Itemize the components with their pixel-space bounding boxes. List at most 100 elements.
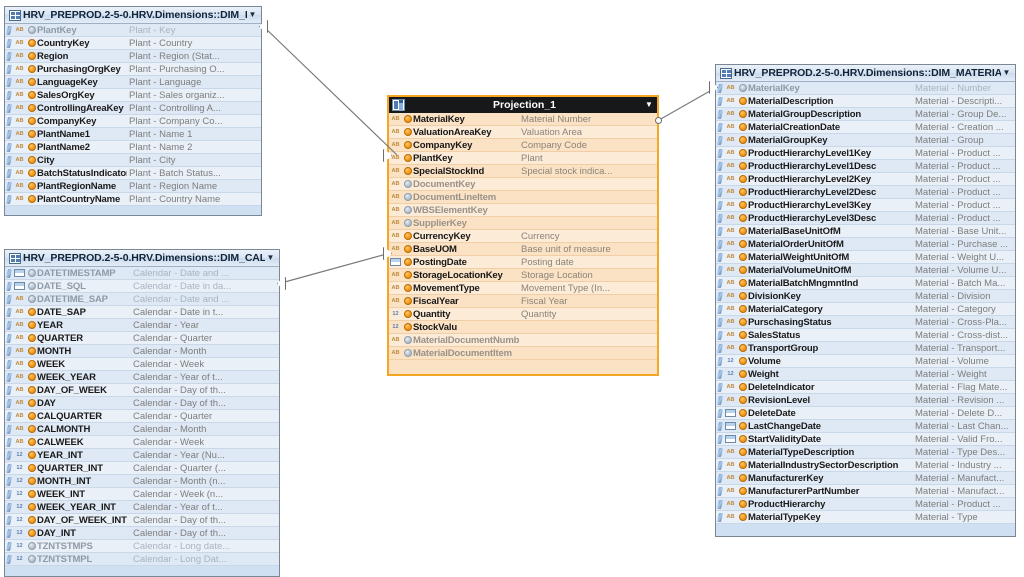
table-row[interactable]: 12 StockValu — [389, 321, 657, 334]
table-row[interactable]: 12 WEEK_YEAR_INT Calendar - Year of t... — [5, 501, 279, 514]
table-row[interactable]: PostingDate Posting date — [389, 256, 657, 269]
table-row[interactable]: AB MaterialGroupKey Material - Group — [716, 134, 1015, 147]
table-row[interactable]: AB MaterialDocumentNumber — [389, 334, 657, 347]
table-row[interactable]: AB CALQUARTER Calendar - Quarter — [5, 410, 279, 423]
table-row[interactable]: AB WEEK_YEAR Calendar - Year of t... — [5, 371, 279, 384]
table-row[interactable]: AB ManufacturerKey Material - Manufact... — [716, 472, 1015, 485]
table-row[interactable]: StartValidityDate Material - Valid Fro... — [716, 433, 1015, 446]
table-row[interactable]: AB MaterialKey Material Number — [389, 113, 657, 126]
node-header-dim-material-dv[interactable]: HRV_PREPROD.2-5-0.HRV.Dimensions::DIM_MA… — [716, 65, 1015, 82]
table-row[interactable]: AB ProductHierarchyLevel3Key Material - Pr… — [716, 199, 1015, 212]
table-row[interactable]: AB ProductHierarchyLevel1Desc Material - P… — [716, 160, 1015, 173]
table-row[interactable]: AB MaterialGroupDescription Material - Gro… — [716, 108, 1015, 121]
table-row[interactable]: AB MaterialDescription Material - Descript… — [716, 95, 1015, 108]
table-row[interactable]: AB PlantKey Plant - Key — [5, 24, 261, 37]
table-row[interactable]: AB MaterialWeightUnitOfM Material - Weight… — [716, 251, 1015, 264]
table-row[interactable]: AB QUARTER Calendar - Quarter — [5, 332, 279, 345]
table-row[interactable]: AB DocumentLineItem — [389, 191, 657, 204]
node-header-projection-1[interactable]: Projection_1 ▼ — [389, 97, 657, 113]
table-row[interactable]: AB CALWEEK Calendar - Week — [5, 436, 279, 449]
table-row[interactable]: AB MaterialCreationDate Material - Creatio… — [716, 121, 1015, 134]
table-row[interactable]: AB PlantCountryName Plant - Country Name — [5, 193, 261, 206]
table-row[interactable]: AB LanguageKey Plant - Language — [5, 76, 261, 89]
table-row[interactable]: AB RevisionLevel Material - Revision ... — [716, 394, 1015, 407]
table-row[interactable]: AB ProductHierarchyLevel1Key Material - Pr… — [716, 147, 1015, 160]
table-row[interactable]: AB MaterialTypeDescription Material - Type… — [716, 446, 1015, 459]
table-row[interactable]: AB WBSElementKey — [389, 204, 657, 217]
table-row[interactable]: AB ProductHierarchy Material - Product ... — [716, 498, 1015, 511]
table-row[interactable]: AB MaterialDocumentItem — [389, 347, 657, 360]
table-row[interactable]: AB BatchStatusIndicator Plant - Batch Stat… — [5, 167, 261, 180]
table-row[interactable]: AB ProductHierarchyLevel2Desc Material - P… — [716, 186, 1015, 199]
chevron-down-icon[interactable]: ▼ — [1001, 69, 1012, 77]
table-row[interactable]: AB ValuationAreaKey Valuation Area — [389, 126, 657, 139]
table-row[interactable]: AB PurchasingOrgKey Plant - Purchasing O..… — [5, 63, 261, 76]
table-row[interactable]: AB FiscalYear Fiscal Year — [389, 295, 657, 308]
table-row[interactable]: 12 QUARTER_INT Calendar - Quarter (... — [5, 462, 279, 475]
table-row[interactable]: 12 MONTH_INT Calendar - Month (n... — [5, 475, 279, 488]
chevron-down-icon[interactable]: ▼ — [247, 11, 258, 19]
table-row[interactable]: AB CALMONTH Calendar - Month — [5, 423, 279, 436]
table-row[interactable]: AB PlantName2 Plant - Name 2 — [5, 141, 261, 154]
node-dim-calendar-dv[interactable]: HRV_PREPROD.2-5-0.HRV.Dimensions::DIM_CA… — [4, 249, 280, 577]
node-header-dim-calendar-dv[interactable]: HRV_PREPROD.2-5-0.HRV.Dimensions::DIM_CA… — [5, 250, 279, 267]
table-row[interactable]: AB SupplierKey — [389, 217, 657, 230]
table-row[interactable]: AB DAY_OF_WEEK Calendar - Day of th... — [5, 384, 279, 397]
table-row[interactable]: AB BaseUOM Base unit of measure — [389, 243, 657, 256]
chevron-down-icon[interactable]: ▼ — [644, 101, 654, 109]
table-row[interactable]: AB City Plant - City — [5, 154, 261, 167]
table-row[interactable]: AB YEAR Calendar - Year — [5, 319, 279, 332]
table-row[interactable]: AB MaterialOrderUnitOfM Material - Purchas… — [716, 238, 1015, 251]
table-row[interactable]: AB DocumentKey — [389, 178, 657, 191]
table-row[interactable]: AB DAY Calendar - Day of th... — [5, 397, 279, 410]
table-row[interactable]: AB DeleteIndicator Material - Flag Mate... — [716, 381, 1015, 394]
port-projection-out[interactable] — [655, 117, 662, 124]
table-row[interactable]: AB PlantKey Plant — [389, 152, 657, 165]
table-row[interactable]: 12 DAY_INT Calendar - Day of th... — [5, 527, 279, 540]
table-row[interactable]: 12 WEEK_INT Calendar - Week (n... — [5, 488, 279, 501]
table-row[interactable]: AB SalesStatus Material - Cross-dist... — [716, 329, 1015, 342]
table-row[interactable]: AB SalesOrgKey Plant - Sales organiz... — [5, 89, 261, 102]
table-row[interactable]: AB MaterialVolumeUnitOfM Material - Volume… — [716, 264, 1015, 277]
table-row[interactable]: 12 Volume Material - Volume — [716, 355, 1015, 368]
node-projection-1[interactable]: Projection_1 ▼ AB MaterialKey Material Num… — [387, 95, 659, 376]
table-row[interactable]: AB PlantName1 Plant - Name 1 — [5, 128, 261, 141]
node-header-dim-plant-dv[interactable]: HRV_PREPROD.2-5-0.HRV.Dimensions::DIM_PL… — [5, 7, 261, 24]
table-row[interactable]: AB MovementType Movement Type (In... — [389, 282, 657, 295]
table-row[interactable]: AB ControllingAreaKey Plant - Controlling … — [5, 102, 261, 115]
table-row[interactable]: AB MaterialBatchMngmntInd Material - Batch… — [716, 277, 1015, 290]
table-row[interactable]: AB DATETIME_SAP Calendar - Date and ... — [5, 293, 279, 306]
table-row[interactable]: AB CompanyKey Plant - Company Co... — [5, 115, 261, 128]
table-row[interactable]: AB TransportGroup Material - Transport... — [716, 342, 1015, 355]
node-dim-material-dv[interactable]: HRV_PREPROD.2-5-0.HRV.Dimensions::DIM_MA… — [715, 64, 1016, 537]
table-row[interactable]: AB PlantRegionName Plant - Region Name — [5, 180, 261, 193]
table-row[interactable]: AB DivisionKey Material - Division — [716, 290, 1015, 303]
table-row[interactable]: AB ProductHierarchyLevel3Desc Material - P… — [716, 212, 1015, 225]
table-row[interactable]: 12 TZNTSTMPS Calendar - Long date... — [5, 540, 279, 553]
table-row[interactable]: AB MaterialBaseUnitOfM Material - Base Uni… — [716, 225, 1015, 238]
table-row[interactable]: AB StorageLocationKey Storage Location — [389, 269, 657, 282]
chevron-down-icon[interactable]: ▼ — [265, 254, 276, 262]
table-row[interactable]: AB MaterialKey Material - Number — [716, 82, 1015, 95]
table-row[interactable]: AB MaterialTypeKey Material - Type — [716, 511, 1015, 524]
table-row[interactable]: AB ProductHierarchyLevel2Key Material - Pr… — [716, 173, 1015, 186]
table-row[interactable]: 12 TZNTSTMPL Calendar - Long Dat... — [5, 553, 279, 566]
table-row[interactable]: AB MaterialIndustrySectorDescription Mater… — [716, 459, 1015, 472]
table-row[interactable]: AB SpecialStockInd Special stock indica... — [389, 165, 657, 178]
table-row[interactable]: 12 Weight Material - Weight — [716, 368, 1015, 381]
table-row[interactable]: AB WEEK Calendar - Week — [5, 358, 279, 371]
table-row[interactable]: AB CountryKey Plant - Country — [5, 37, 261, 50]
table-row[interactable]: 12 YEAR_INT Calendar - Year (Nu... — [5, 449, 279, 462]
table-row[interactable]: 12 Quantity Quantity — [389, 308, 657, 321]
table-row[interactable]: AB DATE_SAP Calendar - Date in t... — [5, 306, 279, 319]
table-row[interactable]: AB ManufacturerPartNumber Material - Manuf… — [716, 485, 1015, 498]
table-row[interactable]: AB CurrencyKey Currency — [389, 230, 657, 243]
table-row[interactable]: LastChangeDate Material - Last Chan... — [716, 420, 1015, 433]
table-row[interactable]: DATE_SQL Calendar - Date in da... — [5, 280, 279, 293]
node-dim-plant-dv[interactable]: HRV_PREPROD.2-5-0.HRV.Dimensions::DIM_PL… — [4, 6, 262, 216]
table-row[interactable]: AB MaterialCategory Material - Category — [716, 303, 1015, 316]
table-row[interactable]: AB PurschasingStatus Material - Cross-Pla.… — [716, 316, 1015, 329]
table-row[interactable]: AB MONTH Calendar - Month — [5, 345, 279, 358]
table-row[interactable]: DeleteDate Material - Delete D... — [716, 407, 1015, 420]
table-row[interactable]: DATETIMESTAMP Calendar - Date and ... — [5, 267, 279, 280]
